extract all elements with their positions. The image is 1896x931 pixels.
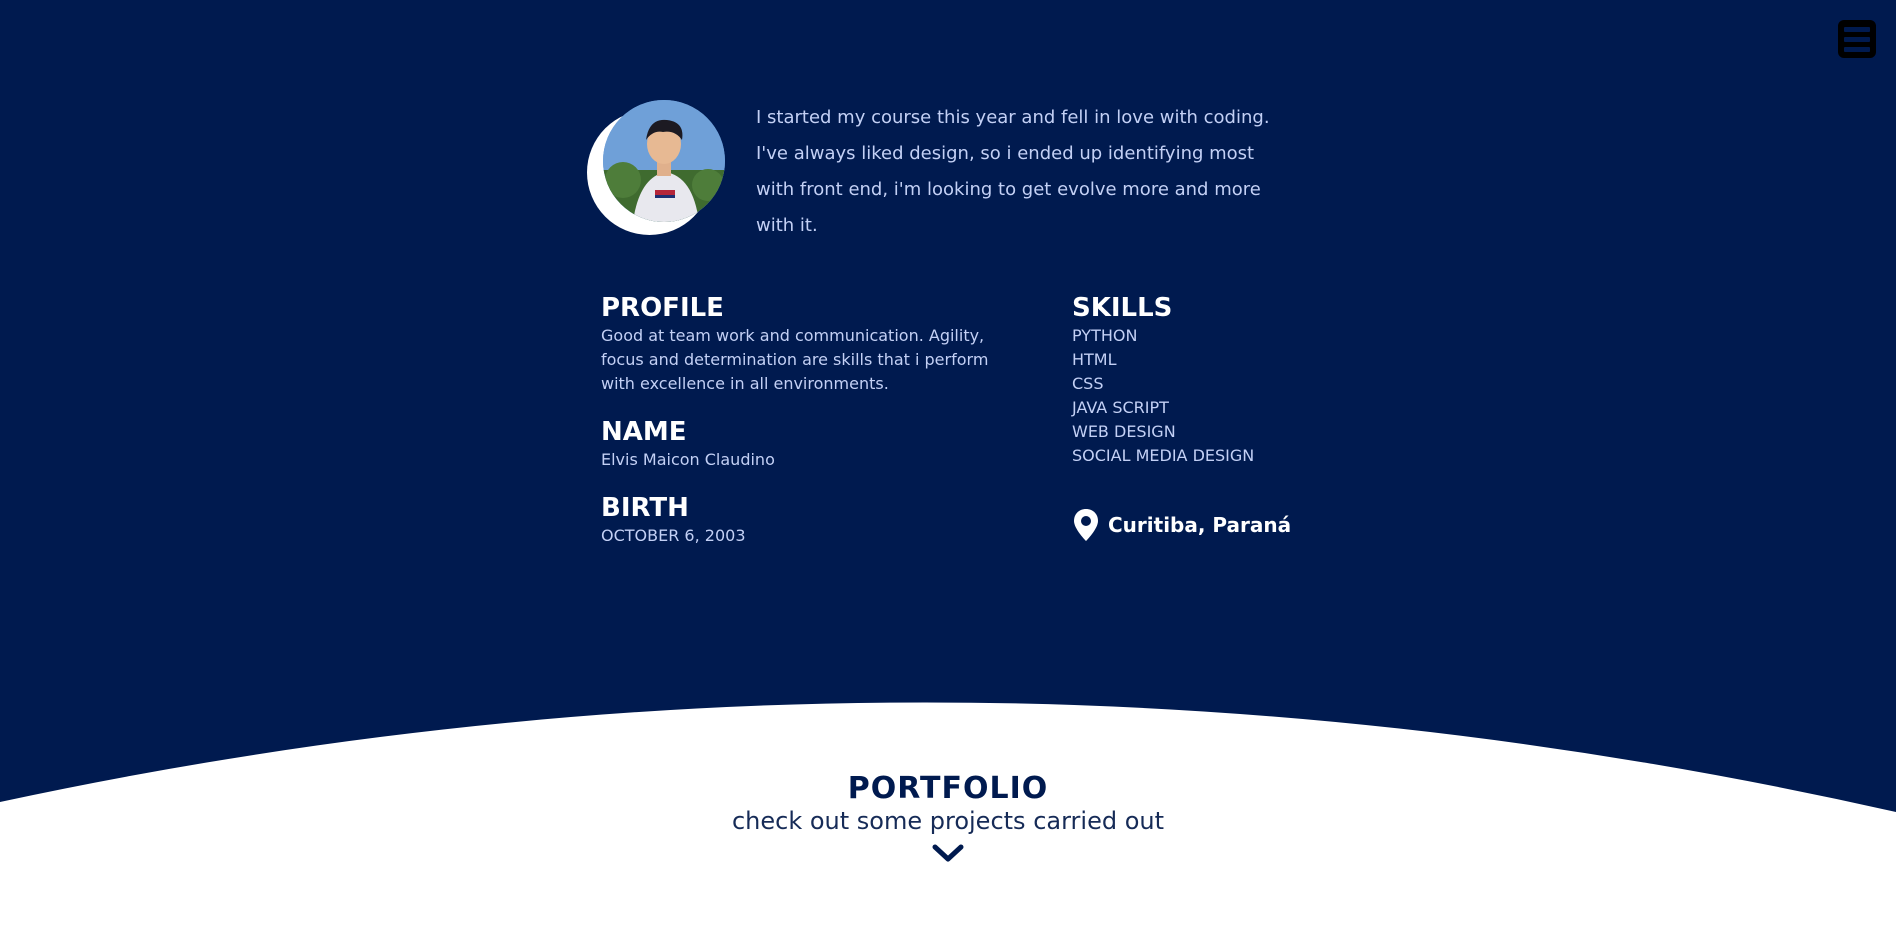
birth-heading: BIRTH — [601, 493, 689, 523]
skill-item: PYTHON — [1072, 326, 1138, 345]
intro-text: I started my course this year and fell i… — [756, 107, 1270, 236]
location: Curitiba, Paraná — [1072, 508, 1291, 542]
profile-block: PROFILE Good at team work and communicat… — [601, 292, 1001, 396]
skill-item: JAVA SCRIPT — [1072, 398, 1169, 417]
skills-column: SKILLS PYTHON HTML CSS JAVA SCRIPT WEB D… — [1072, 292, 1332, 468]
skill-item: CSS — [1072, 374, 1104, 393]
profile-text: Good at team work and communication. Agi… — [601, 326, 989, 393]
skills-heading: SKILLS — [1072, 293, 1173, 323]
skill-item: SOCIAL MEDIA DESIGN — [1072, 446, 1255, 465]
page: I started my course this year and fell i… — [0, 0, 1896, 931]
birth-block: BIRTH OCTOBER 6, 2003 — [601, 492, 1001, 548]
skill-item: WEB DESIGN — [1072, 422, 1176, 441]
profile-heading: PROFILE — [601, 293, 724, 323]
name-heading: NAME — [601, 417, 687, 447]
skill-item: HTML — [1072, 350, 1117, 369]
birth-value: OCTOBER 6, 2003 — [601, 526, 746, 545]
portfolio-title: PORTFOLIO — [847, 771, 1049, 806]
skills-list: PYTHON HTML CSS JAVA SCRIPT WEB DESIGN S… — [1072, 324, 1332, 468]
name-value: Elvis Maicon Claudino — [601, 450, 775, 469]
map-pin-icon — [1074, 509, 1098, 541]
chevron-down-icon[interactable] — [931, 842, 965, 864]
avatar — [587, 100, 727, 240]
name-block: NAME Elvis Maicon Claudino — [601, 416, 1001, 472]
location-city: Curitiba, Paraná — [1108, 513, 1292, 537]
portfolio-subtitle: check out some projects carried out — [731, 807, 1165, 835]
portfolio-section: PORTFOLIO check out some projects carrie… — [0, 772, 1896, 868]
info-left-column: PROFILE Good at team work and communicat… — [601, 292, 1001, 568]
profile-photo — [603, 100, 725, 222]
hamburger-menu-icon[interactable] — [1838, 20, 1876, 58]
